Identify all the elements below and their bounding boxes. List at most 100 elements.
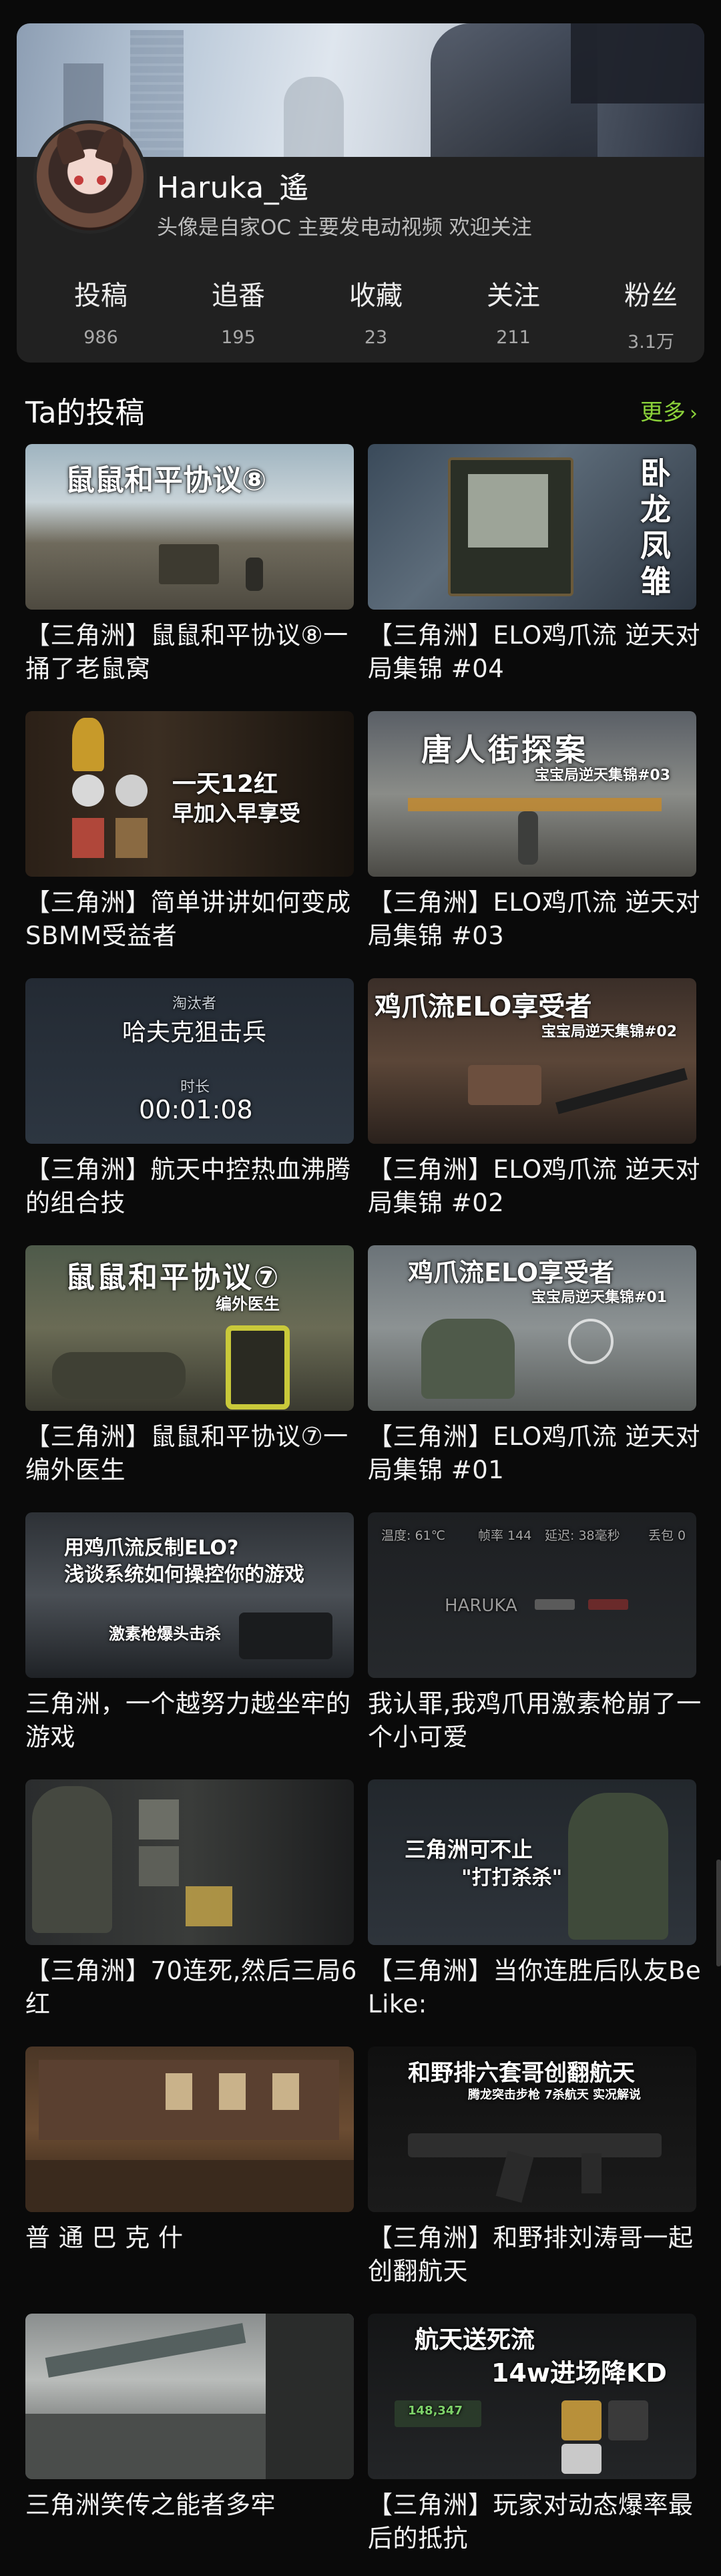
- video-card[interactable]: 一天12红 早加入早享受 【三角洲】简单讲讲如何变成SBMM受益者: [25, 711, 354, 965]
- stat-following[interactable]: 关注 211: [473, 274, 553, 348]
- video-title: 【三角洲】玩家对动态爆率最后的抵抗: [368, 2491, 694, 2553]
- stat-label: 粉丝: [624, 280, 678, 311]
- video-title: 【三角洲】ELO鸡爪流 逆天对局集锦 #03: [368, 888, 701, 950]
- video-thumbnail[interactable]: [25, 1779, 354, 1945]
- thumbnail-overlay-text: 用鸡爪流反制ELO?: [64, 1536, 239, 1560]
- stats-row: 投稿 986 追番 195 收藏 23 关注 211 粉丝 3.1万: [17, 274, 704, 354]
- thumbnail-overlay-text: 148,347: [408, 2404, 463, 2418]
- video-card[interactable]: 鸡爪流ELO享受者 宝宝局逆天集锦#01 【三角洲】ELO鸡爪流 逆天对局集锦 …: [368, 1245, 700, 1499]
- thumbnail-overlay-text: 淘汰者: [172, 996, 217, 1012]
- stat-value: 3.1万: [628, 332, 674, 353]
- video-card[interactable]: 唐人街探案 宝宝局逆天集锦#03 【三角洲】ELO鸡爪流 逆天对局集锦 #03: [368, 711, 700, 965]
- video-card[interactable]: 淘汰者 哈夫克狙击兵 时长 00:01:08 【三角洲】航天中控热血沸腾的组合技: [25, 978, 354, 1232]
- thumbnail-overlay-text: 激素枪爆头击杀: [109, 1625, 221, 1643]
- stat-label: 投稿: [74, 280, 128, 311]
- video-thumbnail[interactable]: 鼠鼠和平协议⑧: [25, 444, 354, 610]
- thumbnail-overlay-text: 鼠鼠和平协议⑦: [65, 1261, 281, 1295]
- thumbnail-overlay-text: 丢包 0: [648, 1528, 686, 1543]
- thumbnail-overlay-text: 宝宝局逆天集锦#02: [541, 1024, 678, 1040]
- video-card[interactable]: 和野排六套哥创翻航天 腾龙突击步枪 7杀航天 实况解说 【三角洲】和野排刘涛哥一…: [368, 2047, 696, 2300]
- thumbnail-overlay-text: 帧率 144: [478, 1528, 532, 1543]
- thumbnail-overlay-text: 三角洲可不止: [405, 1837, 533, 1862]
- video-card[interactable]: 用鸡爪流反制ELO? 浅谈系统如何操控你的游戏 激素枪爆头击杀 三角洲，一个越努…: [25, 1512, 354, 1766]
- video-thumbnail[interactable]: 温度: 61℃ 帧率 144 延迟: 38毫秒 丢包 0 HARUKA: [368, 1512, 696, 1678]
- video-title: 三角洲笑传之能者多牢: [25, 2491, 276, 2519]
- section-title: Ta的投稿: [25, 396, 145, 430]
- video-thumbnail[interactable]: 三角洲可不止 "打打杀杀": [368, 1779, 696, 1945]
- video-thumbnail[interactable]: 卧 龙 凤 雏: [368, 444, 696, 610]
- stat-anime-follow[interactable]: 追番 195: [198, 274, 278, 348]
- stat-label: 追番: [212, 280, 265, 311]
- thumbnail-overlay-text: 哈夫克狙击兵: [122, 1019, 267, 1046]
- profile-bio: 头像是自家OC 主要发电动视频 欢迎关注: [157, 216, 532, 240]
- video-thumbnail[interactable]: [25, 2314, 354, 2479]
- video-title: 【三角洲】鼠鼠和平协议⑧一捅了老鼠窝: [25, 621, 348, 683]
- video-thumbnail[interactable]: 鸡爪流ELO享受者 宝宝局逆天集锦#01: [368, 1245, 696, 1411]
- video-thumbnail[interactable]: 淘汰者 哈夫克狙击兵 时长 00:01:08: [25, 978, 354, 1144]
- thumbnail-overlay-text: HARUKA: [445, 1596, 517, 1616]
- video-card[interactable]: 三角洲可不止 "打打杀杀" 【三角洲】当你连胜后队友Be Like:: [368, 1779, 701, 2033]
- username[interactable]: Haruka_遙: [157, 164, 309, 206]
- thumbnail-overlay-text: 和野排六套哥创翻航天: [408, 2060, 635, 2087]
- thumbnail-overlay-text: 编外医生: [216, 1295, 280, 1313]
- video-thumbnail[interactable]: 鸡爪流ELO享受者 宝宝局逆天集锦#02: [368, 978, 696, 1144]
- thumbnail-overlay-text: 腾龙突击步枪 7杀航天 实况解说: [468, 2088, 642, 2102]
- thumbnail-overlay-text: 航天送死流: [415, 2326, 535, 2354]
- profile-card: Haruka_遙 头像是自家OC 主要发电动视频 欢迎关注 投稿 986 追番 …: [17, 23, 704, 363]
- stat-value: 986: [83, 327, 118, 348]
- thumbnail-overlay-text: 浅谈系统如何操控你的游戏: [64, 1563, 304, 1586]
- thumbnail-overlay-text: 14w进场降KD: [491, 2358, 667, 2388]
- video-title: 三角洲，一个越努力越坐牢的游戏: [25, 1689, 351, 1751]
- video-title: 【三角洲】ELO鸡爪流 逆天对局集锦 #02: [368, 1155, 701, 1217]
- thumbnail-overlay-text: 延迟: 38毫秒: [545, 1528, 620, 1543]
- thumbnail-overlay-text: 早加入早享受: [172, 801, 301, 826]
- video-thumbnail[interactable]: 唐人街探案 宝宝局逆天集锦#03: [368, 711, 696, 877]
- video-thumbnail[interactable]: 和野排六套哥创翻航天 腾龙突击步枪 7杀航天 实况解说: [368, 2047, 696, 2212]
- more-link[interactable]: 更多 ›: [640, 394, 698, 427]
- video-title: 【三角洲】ELO鸡爪流 逆天对局集锦 #01: [368, 1422, 701, 1484]
- video-title: 【三角洲】简单讲讲如何变成SBMM受益者: [25, 888, 351, 950]
- thumbnail-overlay-text: 鼠鼠和平协议⑧: [65, 463, 267, 497]
- stat-favorites[interactable]: 收藏 23: [336, 274, 416, 348]
- video-thumbnail[interactable]: 鼠鼠和平协议⑦ 编外医生: [25, 1245, 354, 1411]
- video-title: 【三角洲】当你连胜后队友Be Like:: [368, 1956, 702, 2018]
- thumbnail-overlay-text: 00:01:08: [139, 1095, 253, 1124]
- video-card[interactable]: 航天送死流 14w进场降KD 148,347 【三角洲】玩家对动态爆率最后的抵抗: [368, 2314, 696, 2567]
- thumbnail-overlay-text: 鸡爪流ELO享受者: [408, 1258, 615, 1287]
- video-card[interactable]: 三角洲笑传之能者多牢: [25, 2314, 354, 2567]
- video-title: 【三角洲】航天中控热血沸腾的组合技: [25, 1155, 351, 1217]
- video-title: 【三角洲】ELO鸡爪流 逆天对局集锦 #04: [368, 621, 701, 683]
- stat-value: 211: [496, 327, 531, 348]
- stat-uploads[interactable]: 投稿 986: [61, 274, 141, 348]
- avatar[interactable]: [33, 120, 147, 234]
- video-thumbnail[interactable]: 航天送死流 14w进场降KD 148,347: [368, 2314, 696, 2479]
- video-thumbnail[interactable]: [25, 2047, 354, 2212]
- video-thumbnail[interactable]: 用鸡爪流反制ELO? 浅谈系统如何操控你的游戏 激素枪爆头击杀: [25, 1512, 354, 1678]
- video-thumbnail[interactable]: 一天12红 早加入早享受: [25, 711, 354, 877]
- stat-value: 195: [221, 327, 256, 348]
- stat-value: 23: [364, 327, 388, 348]
- stat-label: 收藏: [349, 280, 403, 311]
- chevron-right-icon: ›: [690, 402, 698, 425]
- video-card[interactable]: 温度: 61℃ 帧率 144 延迟: 38毫秒 丢包 0 HARUKA 我认罪,…: [368, 1512, 701, 1766]
- thumbnail-overlay-text: 温度: 61℃: [381, 1528, 445, 1543]
- stat-label: 关注: [487, 280, 540, 311]
- video-card[interactable]: 卧 龙 凤 雏 【三角洲】ELO鸡爪流 逆天对局集锦 #04: [368, 444, 700, 698]
- video-title: 普 通 巴 克 什: [25, 2223, 184, 2252]
- video-title: 我认罪,我鸡爪用激素枪崩了一个小可爱: [368, 1689, 702, 1751]
- thumbnail-overlay-text: 宝宝局逆天集锦#01: [531, 1289, 668, 1306]
- thumbnail-overlay-text: 时长: [180, 1079, 210, 1096]
- scrollbar[interactable]: [716, 1860, 721, 1966]
- thumbnail-overlay-text: 鸡爪流ELO享受者: [375, 992, 592, 1022]
- video-card[interactable]: 鼠鼠和平协议⑦ 编外医生 【三角洲】鼠鼠和平协议⑦一编外医生: [25, 1245, 354, 1499]
- video-card[interactable]: 【三角洲】70连死,然后三局6红: [25, 1779, 356, 2033]
- video-title: 【三角洲】鼠鼠和平协议⑦一编外医生: [25, 1422, 348, 1484]
- stat-followers[interactable]: 粉丝 3.1万: [611, 274, 691, 353]
- thumbnail-overlay-text: 宝宝局逆天集锦#03: [535, 767, 671, 784]
- thumbnail-overlay-text: "打打杀杀": [461, 1866, 563, 1890]
- video-card[interactable]: 普 通 巴 克 什: [25, 2047, 354, 2300]
- video-card[interactable]: 鸡爪流ELO享受者 宝宝局逆天集锦#02 【三角洲】ELO鸡爪流 逆天对局集锦 …: [368, 978, 700, 1232]
- video-card[interactable]: 鼠鼠和平协议⑧ 【三角洲】鼠鼠和平协议⑧一捅了老鼠窝: [25, 444, 354, 698]
- video-title: 【三角洲】70连死,然后三局6红: [25, 1956, 357, 2018]
- thumbnail-overlay-text: 一天12红: [172, 771, 278, 798]
